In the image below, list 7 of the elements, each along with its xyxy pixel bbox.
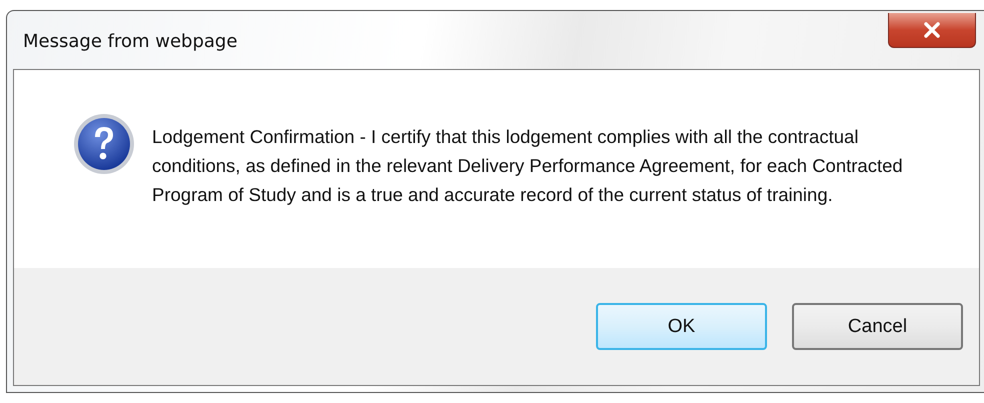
dialog-button[interactable]: OK bbox=[596, 303, 767, 350]
dialog-button[interactable]: Cancel bbox=[792, 303, 963, 350]
window-title: Message from webpage bbox=[23, 31, 238, 52]
close-button[interactable] bbox=[888, 13, 976, 48]
close-icon bbox=[923, 22, 941, 38]
question-icon bbox=[72, 112, 136, 176]
message-text: Lodgement Confirmation - I certify that this lodgement complies with all the contractual conditions, as defined in the relevant Delivery Performance Agreement, for each Contracted Program of Study and is a true and accurate record of the current status of training. bbox=[152, 125, 904, 207]
